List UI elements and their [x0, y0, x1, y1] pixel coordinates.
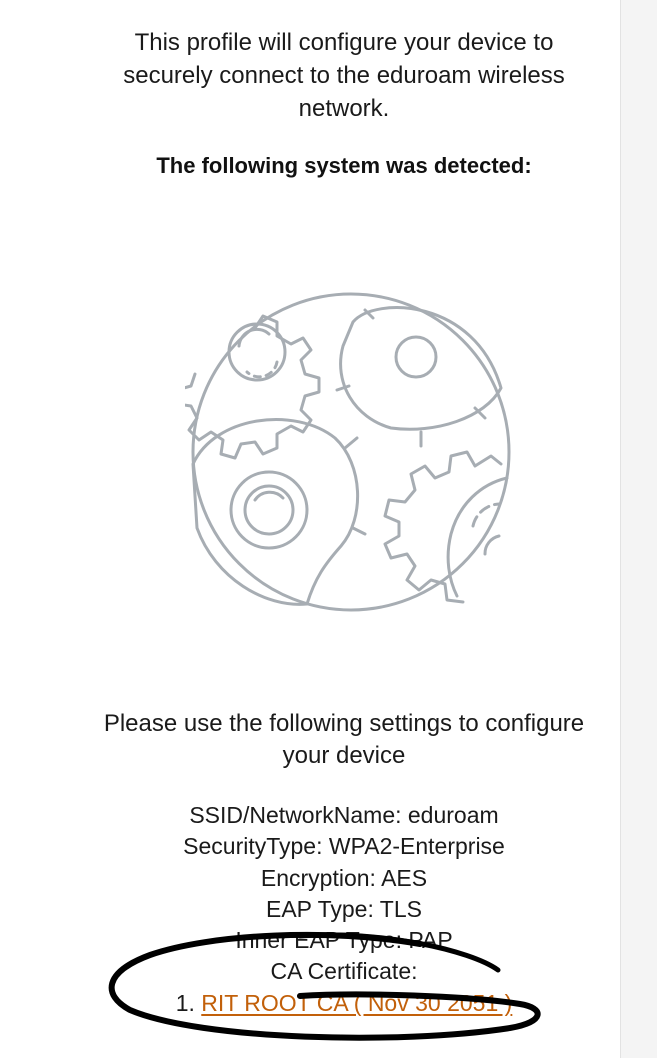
profile-page: This profile will configure your device … — [0, 0, 620, 1058]
encryption-setting: Encryption: AES — [260, 864, 428, 891]
security-type-setting: SecurityType: WPA2-Enterprise — [183, 833, 505, 860]
settings-list: SSID/NetworkName: eduroam SecurityType: … — [95, 800, 593, 1019]
gears-globe-icon — [185, 292, 511, 612]
right-panel-edge — [620, 0, 657, 1058]
intro-text: This profile will configure your device … — [123, 29, 565, 122]
detected-heading: The following system was detected: — [156, 153, 532, 178]
ca-certificate-label: CA Certificate: — [270, 958, 418, 985]
certificate-item: 1. RIT ROOT CA ( Nov 30 2051 ) — [95, 988, 593, 1019]
inner-eap-type-setting: Inner EAP Type: PAP — [235, 927, 453, 954]
ssid-setting: SSID/NetworkName: eduroam — [189, 802, 499, 828]
instructions-text: Please use the following settings to con… — [103, 710, 585, 769]
certificate-link[interactable]: RIT ROOT CA ( Nov 30 2051 ) — [201, 990, 512, 1016]
eap-type-setting: EAP Type: TLS — [266, 895, 422, 922]
certificate-number: 1. — [175, 989, 195, 1016]
